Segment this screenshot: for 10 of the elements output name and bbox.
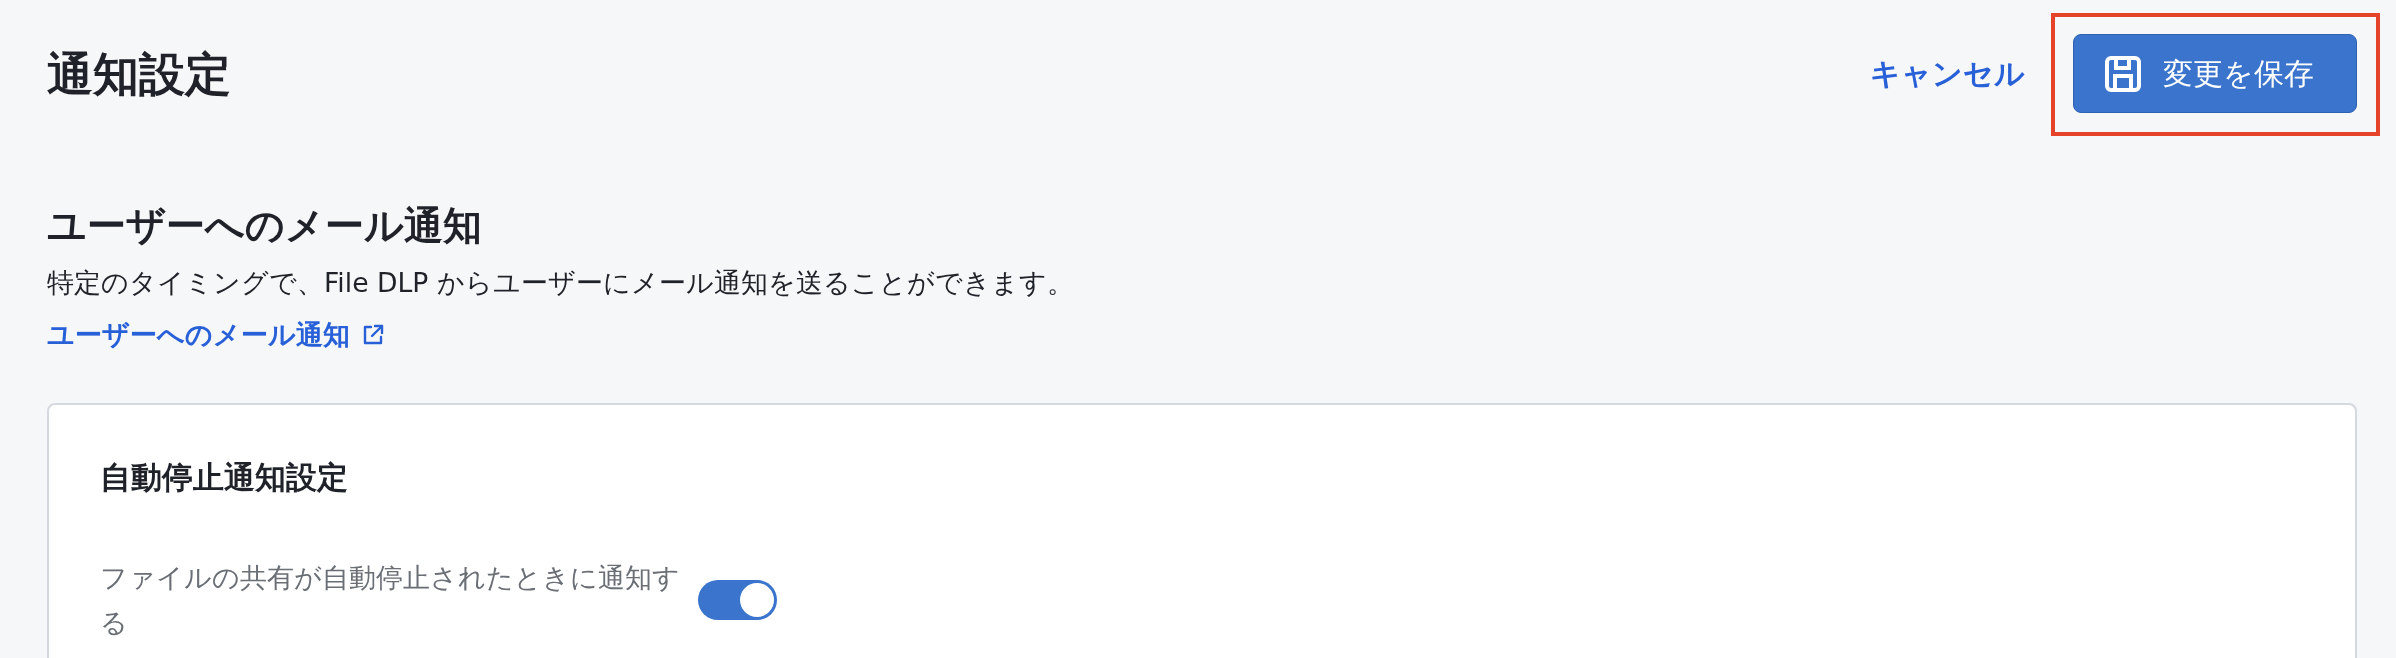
page-title: 通知設定 [47, 45, 231, 102]
save-button[interactable]: 変更を保存 [2073, 34, 2357, 113]
cancel-button[interactable]: キャンセル [1870, 53, 2025, 94]
section-heading: ユーザーへのメール通知 [47, 202, 482, 250]
card-heading: 自動停止通知設定 [100, 458, 349, 497]
setting-label: ファイルの共有が自動停止されたときに通知する [100, 561, 681, 640]
external-link-icon [362, 324, 384, 346]
section-description: 特定のタイミングで、File DLP からユーザーにメール通知を送ることができます。 [47, 266, 1074, 300]
help-link[interactable]: ユーザーへのメール通知 [47, 315, 384, 355]
toggle-switch[interactable] [698, 580, 777, 620]
